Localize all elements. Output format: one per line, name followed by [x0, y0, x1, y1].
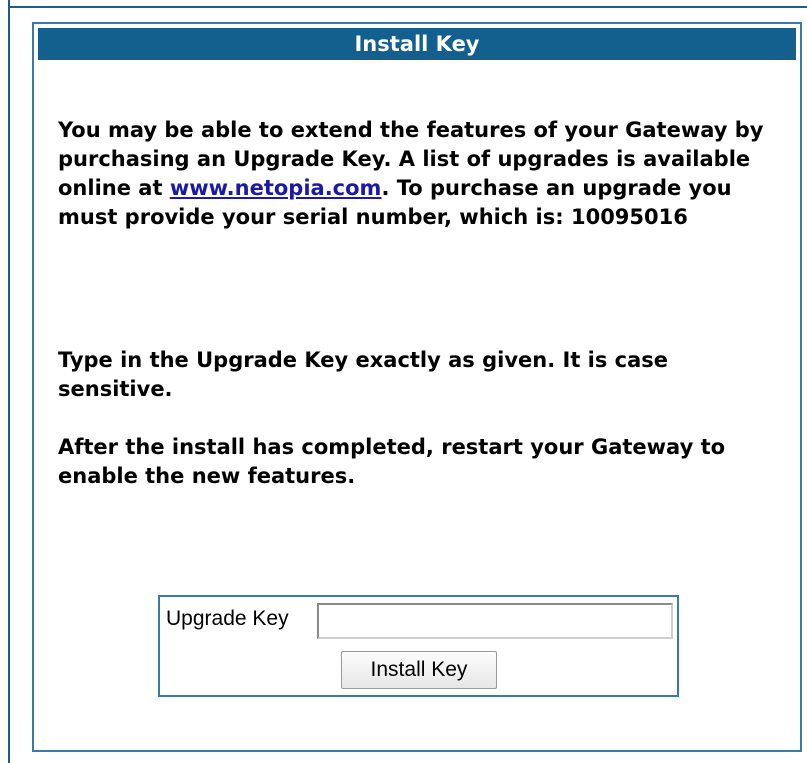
frame-left-border — [8, 0, 10, 763]
upgrade-key-input[interactable] — [317, 603, 673, 639]
panel-title: Install Key — [38, 28, 796, 60]
restart-note: After the install has completed, restart… — [58, 435, 726, 488]
upgrade-key-label: Upgrade Key — [166, 607, 289, 630]
netopia-link[interactable]: www.netopia.com — [170, 176, 382, 200]
frame-top-border — [8, 6, 807, 8]
serial-number: 10095016 — [570, 205, 688, 229]
upgrade-key-form: Upgrade Key Install Key — [158, 595, 679, 697]
case-sensitive-note: Type in the Upgrade Key exactly as given… — [58, 348, 669, 401]
intro-paragraph: You may be able to extend the features o… — [58, 116, 783, 232]
install-key-panel: Install Key You may be able to extend th… — [32, 22, 802, 752]
install-key-button[interactable]: Install Key — [341, 651, 497, 689]
